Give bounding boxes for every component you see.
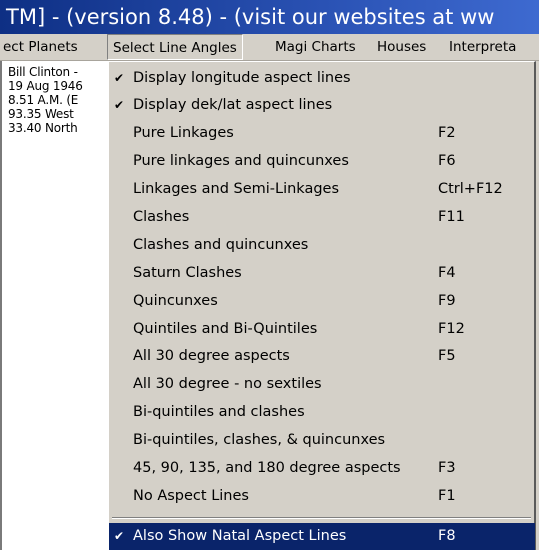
chart-latitude: 33.40 North (8, 121, 78, 135)
menu-separator (112, 517, 531, 519)
chart-name: Bill Clinton - (8, 65, 78, 79)
menu-option-label: No Aspect Lines (133, 488, 249, 504)
menu-option-label: Display dek/lat aspect lines (133, 97, 333, 113)
menu-option-quintiles-bi-quintiles[interactable]: Quintiles and Bi-Quintiles F12 (109, 316, 535, 343)
shortcut-label: F2 (438, 125, 456, 141)
menu-select-planets[interactable]: ect Planets (0, 34, 83, 60)
menu-option-also-show-natal-aspect-lines[interactable]: ✔ Also Show Natal Aspect Lines F8 (109, 523, 535, 550)
menu-option-all-30-degree[interactable]: All 30 degree aspects F5 (109, 343, 535, 370)
shortcut-label: F1 (438, 488, 456, 504)
menu-option-all-30-no-sextiles[interactable]: All 30 degree - no sextiles (109, 371, 535, 398)
shortcut-label: F11 (438, 209, 465, 225)
shortcut-label: F4 (438, 265, 456, 281)
menu-option-label: Linkages and Semi-Linkages (133, 181, 340, 197)
menu-option-linkages-semi-linkages[interactable]: Linkages and Semi-Linkages Ctrl+F12 (109, 176, 535, 203)
shortcut-label: F5 (438, 348, 456, 364)
menu-option-label: Bi-quintiles, clashes, & quincunxes (133, 432, 386, 448)
title-bar: TM] - (version 8.48) - (visit our websit… (0, 0, 539, 34)
menu-option-label: Clashes and quincunxes (133, 237, 309, 253)
check-icon: ✔ (113, 529, 125, 543)
menu-option-no-aspect-lines[interactable]: No Aspect Lines F1 (109, 483, 535, 510)
menu-option-label: Display longitude aspect lines (133, 70, 351, 86)
menu-option-label: Saturn Clashes (133, 265, 242, 281)
chart-longitude: 93.35 West (8, 107, 74, 121)
menu-option-clashes[interactable]: Clashes F11 (109, 204, 535, 231)
shortcut-label: F9 (438, 293, 456, 309)
menu-option-saturn-clashes[interactable]: Saturn Clashes F4 (109, 260, 535, 287)
shortcut-label: Ctrl+F12 (438, 181, 503, 197)
menu-option-label: 45, 90, 135, and 180 degree aspects (133, 460, 401, 476)
menu-option-label: All 30 degree aspects (133, 348, 290, 364)
menu-interpretations[interactable]: Interpreta (444, 34, 521, 60)
menu-option-label: Quintiles and Bi-Quintiles (133, 321, 318, 337)
menu-option-bi-quintiles-clashes[interactable]: Bi-quintiles and clashes (109, 399, 535, 426)
shortcut-label: F6 (438, 153, 456, 169)
menu-option-quincunxes[interactable]: Quincunxes F9 (109, 288, 535, 315)
app-window: TM] - (version 8.48) - (visit our websit… (0, 0, 539, 550)
menu-option-label: Pure Linkages (133, 125, 234, 141)
chart-time: 8.51 A.M. (E (8, 93, 79, 107)
line-angles-dropdown: ✔ Display longitude aspect lines ✔ Displ… (108, 61, 536, 550)
menu-option-longitude-aspect-lines[interactable]: ✔ Display longitude aspect lines (109, 65, 535, 92)
check-icon: ✔ (113, 71, 125, 85)
menu-magi-charts[interactable]: Magi Charts (270, 34, 361, 60)
menu-option-dek-lat-aspect-lines[interactable]: ✔ Display dek/lat aspect lines (109, 92, 535, 119)
menu-option-clashes-quincunxes[interactable]: Clashes and quincunxes (109, 232, 535, 259)
menu-option-label: All 30 degree - no sextiles (133, 376, 322, 392)
menu-option-label: Also Show Natal Aspect Lines (133, 528, 347, 544)
menu-option-label: Bi-quintiles and clashes (133, 404, 305, 420)
shortcut-label: F12 (438, 321, 465, 337)
menu-bar: ect Planets Select Line Angles Magi Char… (0, 34, 539, 61)
menu-option-pure-linkages-quincunxes[interactable]: Pure linkages and quincunxes F6 (109, 148, 535, 175)
menu-option-label: Quincunxes (133, 293, 218, 309)
check-icon: ✔ (113, 98, 125, 112)
chart-date: 19 Aug 1946 (8, 79, 83, 93)
shortcut-label: F8 (438, 528, 456, 544)
menu-option-bi-quintiles-clashes-quincunxes[interactable]: Bi-quintiles, clashes, & quincunxes (109, 427, 535, 454)
menu-select-line-angles[interactable]: Select Line Angles (107, 34, 243, 60)
chart-info-panel: Bill Clinton - 19 Aug 1946 8.51 A.M. (E … (0, 61, 108, 550)
menu-option-45-90-135-180[interactable]: 45, 90, 135, and 180 degree aspects F3 (109, 455, 535, 482)
menu-option-label: Pure linkages and quincunxes (133, 153, 349, 169)
menu-houses[interactable]: Houses (372, 34, 431, 60)
menu-option-label: Clashes (133, 209, 190, 225)
window-title: TM] - (version 8.48) - (visit our websit… (6, 5, 495, 29)
shortcut-label: F3 (438, 460, 456, 476)
menu-option-pure-linkages[interactable]: Pure Linkages F2 (109, 120, 535, 147)
